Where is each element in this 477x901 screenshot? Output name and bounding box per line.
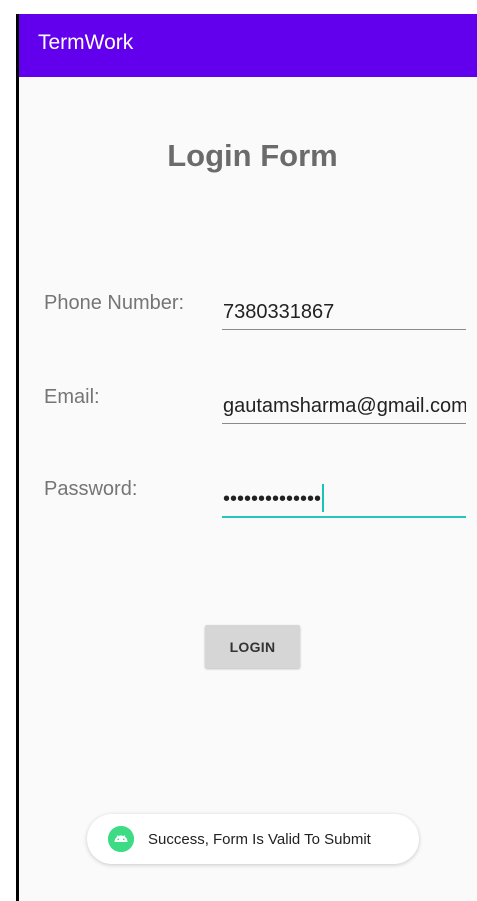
android-icon-graphic [108, 826, 134, 852]
password-masked-value: •••••••••••••• [223, 488, 322, 510]
phone-label: Phone Number: [44, 292, 185, 314]
login-button[interactable]: LOGIN [205, 625, 300, 668]
text-cursor [322, 483, 325, 512]
toast-message: Success, Form Is Valid To Submit [87, 814, 419, 864]
app-title: TermWork [38, 30, 134, 54]
password-label: Password: [44, 478, 138, 500]
screen: TermWork Login Form Phone Number: 738033… [0, 0, 477, 901]
phone-input[interactable]: 7380331867 [222, 294, 466, 330]
android-icon [108, 826, 134, 852]
app-window: TermWork Login Form Phone Number: 738033… [19, 14, 477, 901]
password-input[interactable]: •••••••••••••• [222, 481, 466, 518]
toast-text: Success, Form Is Valid To Submit [148, 830, 371, 848]
email-label: Email: [44, 386, 100, 408]
form-heading-text: Login Form [167, 138, 338, 173]
email-input[interactable]: gautamsharma@gmail.com [222, 388, 466, 424]
app-bar: TermWork [19, 14, 477, 77]
form-heading: Login Form [19, 138, 477, 174]
email-input-value: gautamsharma@gmail.com [223, 395, 466, 417]
